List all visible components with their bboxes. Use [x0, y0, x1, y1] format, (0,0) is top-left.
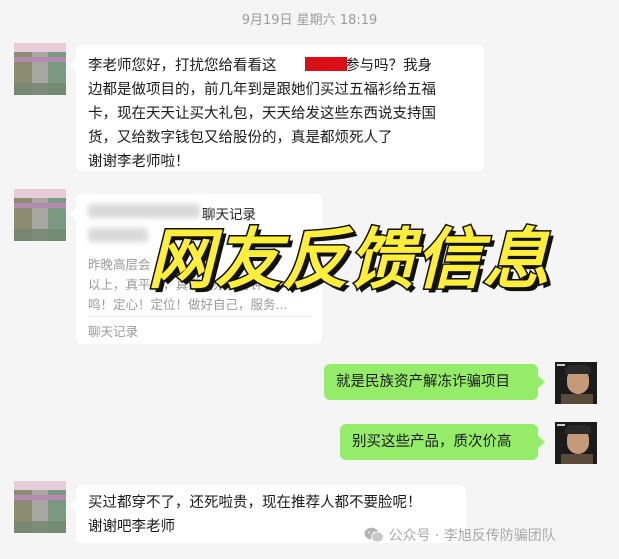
avatar[interactable]	[14, 189, 66, 241]
message-text: 买过都穿不了，还死啦贵，现在推荐人都不要脸呢！	[88, 495, 422, 511]
message-text: 李老师您好，打扰您给看看这	[88, 58, 277, 74]
avatar-self[interactable]	[555, 422, 597, 464]
overlay-title: 网友反馈信息	[147, 220, 551, 300]
message-text: 货，又给数字钱包又给股份的，真是都烦死人了	[88, 130, 393, 146]
avatar[interactable]	[14, 43, 66, 95]
timestamp: 9月19日 星期六 18:19	[241, 13, 378, 28]
message-text: 就是民族资产解冻诈骗项目	[336, 374, 510, 390]
card-footer: 聊天记录	[88, 324, 139, 339]
message-bubble: 李老师您好，打扰您给看看这 能参与吗？我身 边都是做项目的，前几年到是跟她们买过五…	[69, 45, 484, 171]
redaction-bar	[305, 57, 347, 71]
avatar-self[interactable]	[555, 362, 597, 404]
avatar[interactable]	[14, 481, 66, 533]
message-bubble-self: 就是民族资产解冻诈骗项目	[324, 364, 545, 400]
card-line: 昨晚高层会	[88, 257, 151, 272]
blurred-line	[88, 228, 148, 242]
wechat-icon	[364, 527, 384, 543]
message-text: 边都是做项目的，前几年到是跟她们买过五福衫给五福	[88, 82, 436, 98]
watermark: 公众号 · 李旭反传防骗团队	[364, 525, 556, 545]
message-text: 谢谢吧李老师	[88, 519, 175, 535]
message-bubble-self: 别买这些产品，质次价高	[340, 424, 545, 460]
card-divider	[88, 316, 310, 317]
message-text: 卡，现在天天让买大礼包，天天给发这些东西说支持国	[88, 106, 436, 122]
watermark-text: 公众号 · 李旭反传防骗团队	[388, 528, 556, 544]
message-text: 别买这些产品，质次价高	[352, 434, 512, 450]
message-text: 谢谢李老师啦！	[88, 154, 190, 170]
